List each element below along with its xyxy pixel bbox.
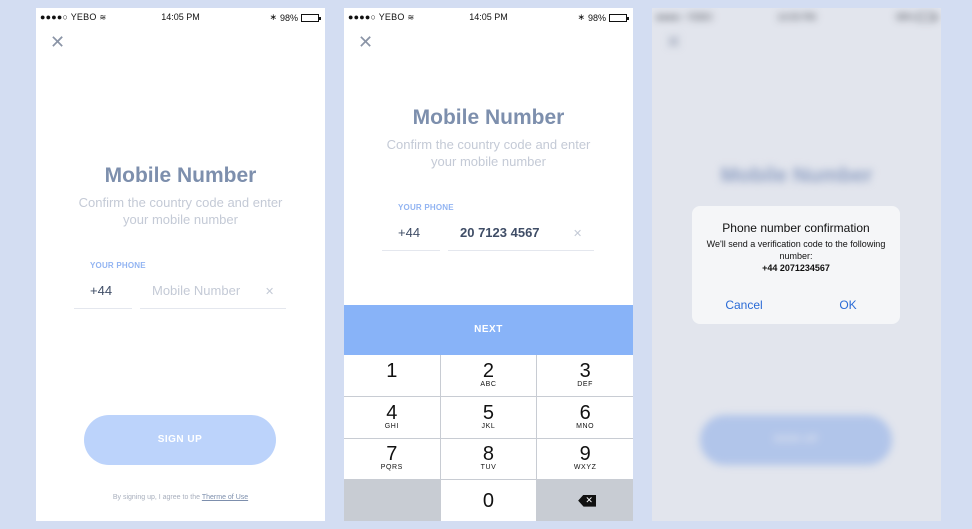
battery-percent: 98%	[279, 12, 298, 23]
page-subtitle: Confirm the country code and enter your …	[386, 137, 591, 169]
terms-text: By signing up, I agree to the Therme of …	[112, 494, 249, 501]
key-3[interactable]: 3 DEF	[537, 355, 633, 396]
status-bar: ●●●●○ YEBO ≋ 14:05 PM ∗ 98%	[36, 8, 325, 26]
battery-icon	[609, 13, 629, 22]
backspace-icon: ✕	[578, 494, 597, 507]
country-code-field[interactable]: +44	[382, 225, 440, 251]
status-right: ∗ 98%	[269, 12, 321, 23]
dialog-title: Phone number confirmation	[722, 221, 870, 235]
bluetooth-icon: ∗	[577, 12, 585, 22]
phone-label: YOUR PHONE	[398, 203, 454, 212]
close-icon[interactable]: ✕	[358, 33, 373, 51]
page-title: Mobile Number	[104, 164, 257, 187]
battery-icon	[301, 13, 321, 22]
key-9[interactable]: 9 WXYZ	[537, 438, 633, 480]
key-4[interactable]: 4 GHI	[344, 396, 440, 438]
page-subtitle: Confirm the country code and enter your …	[78, 195, 283, 227]
key-7[interactable]: 7 PQRS	[344, 438, 440, 480]
bluetooth-icon: ∗	[269, 12, 277, 22]
backspace-key[interactable]: ✕	[537, 480, 633, 521]
next-button[interactable]: NEXT	[344, 305, 633, 355]
key-2[interactable]: 2 ABC	[440, 355, 537, 396]
ok-button[interactable]: OK	[796, 290, 900, 324]
battery-percent: 98%	[587, 12, 606, 23]
close-icon[interactable]: ✕	[50, 33, 65, 51]
phone-label: YOUR PHONE	[90, 261, 146, 270]
status-bar: ●●●●○ YEBO ≋ 14:05 PM ∗ 98%	[344, 8, 633, 26]
key-empty	[344, 480, 440, 521]
signup-screen: ●●●●○ YEBO ≋ 14:05 PM ∗ 98% ✕ Mobile Numb…	[36, 8, 325, 521]
clear-icon[interactable]: ✕	[265, 285, 274, 298]
clear-icon[interactable]: ✕	[573, 227, 582, 240]
key-5[interactable]: 5 JKL	[440, 396, 537, 438]
key-1[interactable]: 1	[344, 355, 440, 396]
key-6[interactable]: 6 MNO	[537, 396, 633, 438]
status-right: ∗ 98%	[577, 12, 629, 23]
cancel-button[interactable]: Cancel	[692, 290, 796, 324]
number-entry-screen: ●●●●○ YEBO ≋ 14:05 PM ∗ 98% ✕ Mobile Numb…	[344, 8, 633, 521]
signup-button[interactable]: SIGN UP	[84, 415, 276, 465]
key-0[interactable]: 0	[440, 480, 537, 521]
page-title: Mobile Number	[412, 106, 565, 129]
key-8[interactable]: 8 TUV	[440, 438, 537, 480]
dialog-message: We'll send a verification code to the fo…	[706, 239, 886, 261]
dialog-actions: Cancel OK	[692, 290, 900, 324]
dialog-phone-number: +44 2071234567	[762, 263, 830, 273]
country-code-field[interactable]: +44	[74, 283, 132, 309]
terms-link[interactable]: Therme of Use	[202, 494, 248, 501]
confirmation-screen: ●●●●○ YEBO 14:05 PM 98% ✕ Mobile Number …	[652, 8, 941, 521]
confirmation-dialog: Phone number confirmation We'll send a v…	[692, 206, 900, 324]
numeric-keypad: 1 2 ABC 3 DEF 4 GHI 5 JKL 6 MNO 7 PQRS 8 TUV 9W…	[344, 355, 633, 521]
